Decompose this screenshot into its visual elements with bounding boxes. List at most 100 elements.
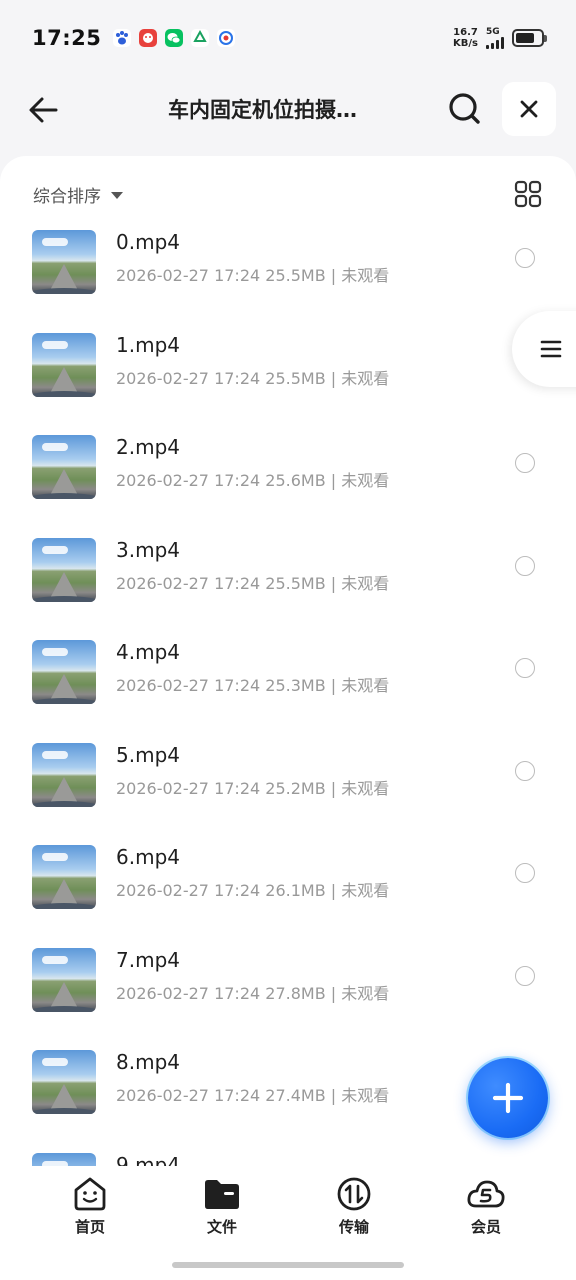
video-thumbnail[interactable] [32,537,96,602]
file-name: 6.mp4 [116,845,180,869]
page-title: 车内固定机位拍摄… [168,98,357,122]
caret-down-icon [111,192,123,199]
video-thumbnail[interactable] [32,230,96,294]
file-meta: 2026-02-27 17:24 25.5MB | 未观看 [116,368,390,388]
sort-dropdown[interactable]: 综合排序 [33,182,123,207]
file-meta: 2026-02-27 17:24 25.6MB | 未观看 [116,471,390,490]
file-list-card: 综合排序 0.mp4 2026-02-27 17:24 25.5MB | 未观看 1… [0,156,576,1166]
thumbnail-car-hood [32,390,96,397]
nav-item-files[interactable]: 文件 [182,1176,262,1237]
baidu-icon [113,29,132,47]
status-bar: 17:25 16.7 KB/s 5G [0,0,576,76]
file-name: 4.mp4 [116,640,180,664]
thumbnail-cloud [42,238,68,246]
close-button[interactable] [502,82,556,136]
status-indicators: 16.7 KB/s 5G [453,27,547,49]
thumbnail-car-hood [32,1005,96,1012]
thumbnail-cloud [42,443,68,451]
file-name: 2.mp4 [116,435,180,459]
file-name: 7.mp4 [116,947,180,972]
nav-label-transfer: 传输 [338,1218,369,1236]
select-radio[interactable] [515,863,535,883]
video-thumbnail[interactable] [32,435,96,499]
thumbnail-car-hood [32,288,96,294]
title-bar: 车内固定机位拍摄… [0,76,576,142]
search-icon [449,93,480,124]
file-meta: 2026-02-27 17:24 25.3MB | 未观看 [116,676,390,695]
file-row[interactable]: 2.mp4 2026-02-27 17:24 25.6MB | 未观看 [0,431,576,534]
video-thumbnail[interactable] [32,640,96,704]
video-thumbnail[interactable] [32,1152,96,1166]
file-meta: 2026-02-27 17:24 25.5MB | 未观看 [116,266,390,285]
thumbnail-cloud [42,648,68,656]
net-speed-value: 16.7 [453,27,478,38]
file-row[interactable]: 4.mp4 2026-02-27 17:24 25.3MB | 未观看 [0,636,576,739]
select-radio[interactable] [515,453,535,473]
file-name: 5.mp4 [116,742,180,767]
select-radio[interactable] [515,658,535,678]
wechat-icon [165,29,184,47]
file-row[interactable]: 1.mp4 2026-02-27 17:24 25.5MB | 未观看 [0,329,576,432]
arrow-left-icon [29,97,58,123]
home-indicator[interactable] [172,1262,404,1268]
thumbnail-cloud [42,853,68,861]
select-radio[interactable] [515,248,535,268]
network-type: 5G [486,27,500,37]
thumbnail-car-hood [32,698,96,704]
nav-item-home[interactable]: 首页 [50,1176,130,1237]
file-name: 9.mp4 [116,1152,180,1167]
thumbnail-car-hood [32,595,96,602]
select-radio[interactable] [515,555,535,576]
video-thumbnail[interactable] [32,1050,96,1114]
file-meta: 2026-02-27 17:24 25.2MB | 未观看 [116,778,390,798]
status-time: 17:25 [32,26,102,50]
video-thumbnail[interactable] [32,742,96,807]
back-button[interactable] [24,90,64,130]
file-row[interactable]: 9.mp4 [0,1149,576,1167]
file-name: 1.mp4 [116,332,180,357]
list-menu-icon [540,340,562,358]
game-icon [139,29,158,47]
thumbnail-car-hood [32,1108,96,1114]
file-list: 0.mp4 2026-02-27 17:24 25.5MB | 未观看 1.mp4 2… [0,226,576,1166]
thumbnail-cloud [42,545,68,554]
transfer-icon [337,1177,371,1211]
thumbnail-car-hood [32,493,96,499]
file-name: 8.mp4 [116,1050,180,1074]
net-speed-unit: KB/s [453,38,478,49]
file-row[interactable]: 0.mp4 2026-02-27 17:24 25.5MB | 未观看 [0,226,576,329]
file-row[interactable]: 5.mp4 2026-02-27 17:24 25.2MB | 未观看 [0,739,576,842]
file-row[interactable]: 6.mp4 2026-02-27 17:24 26.1MB | 未观看 [0,841,576,944]
nav-item-vip[interactable]: 会员 [446,1176,526,1237]
thumbnail-cloud [42,1058,68,1066]
signal-icon: 5G [486,27,504,49]
file-meta: 2026-02-27 17:24 25.5MB | 未观看 [116,573,390,593]
battery-icon [512,29,547,47]
file-meta: 2026-02-27 17:24 27.8MB | 未观看 [116,983,390,1003]
file-row[interactable]: 7.mp4 2026-02-27 17:24 27.8MB | 未观看 [0,944,576,1047]
select-radio[interactable] [515,760,535,781]
nav-item-transfer[interactable]: 传输 [314,1176,394,1237]
net-speed: 16.7 KB/s [453,27,478,49]
file-meta: 2026-02-27 17:24 26.1MB | 未观看 [116,881,390,900]
thumbnail-cloud [42,955,68,964]
app-icon [217,29,236,47]
thumbnail-cloud [42,750,68,759]
search-button[interactable] [444,88,486,130]
battery-level [516,33,534,43]
video-thumbnail[interactable] [32,947,96,1012]
video-thumbnail[interactable] [32,332,96,397]
grid-view-icon [514,180,542,208]
vip-cloud-icon [467,1180,505,1208]
file-name: 3.mp4 [116,537,180,562]
status-app-icons [113,29,236,47]
video-thumbnail[interactable] [32,845,96,909]
thumbnail-car-hood [32,800,96,807]
file-row[interactable]: 3.mp4 2026-02-27 17:24 25.5MB | 未观看 [0,534,576,637]
thumbnail-car-hood [32,903,96,909]
view-toggle-button[interactable] [512,178,544,210]
select-radio[interactable] [515,965,535,986]
nav-label-home: 首页 [74,1218,105,1236]
plus-icon [492,1082,524,1114]
add-button[interactable] [468,1058,548,1138]
